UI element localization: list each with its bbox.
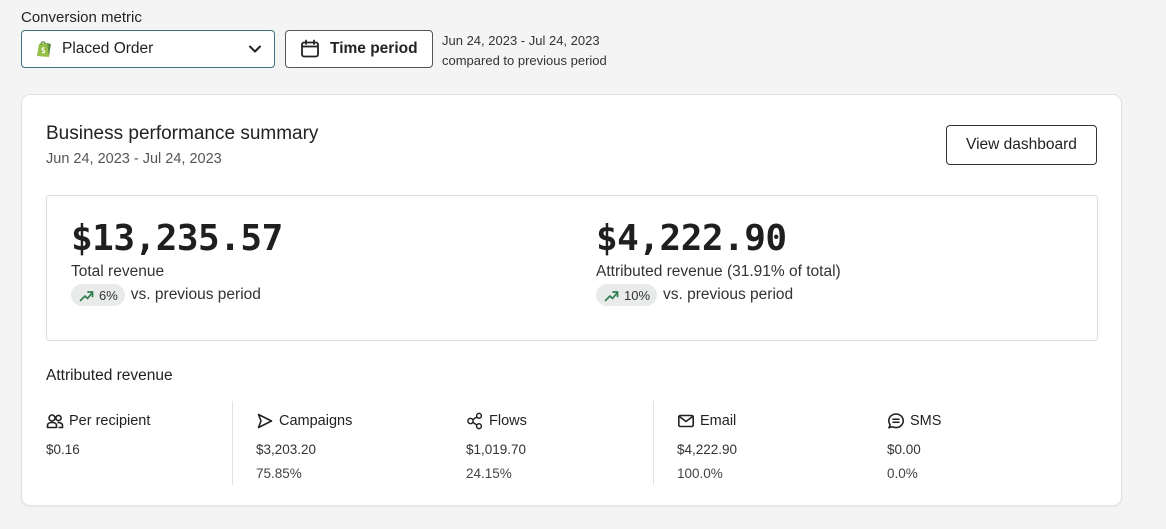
email-percent: 100.0% [677,466,723,481]
attributed-revenue-change-badge: 10% [596,284,658,306]
conversion-metric-select[interactable]: Placed Order [21,30,275,68]
total-revenue-label: Total revenue [71,263,165,280]
flows-value: $1,019.70 [466,442,527,457]
total-revenue-change-badge: 6% [71,284,125,306]
total-revenue-compare: vs. previous period [130,286,261,303]
revenue-summary: $13,235.57 Total revenue 6% vs. previous… [46,195,1098,341]
attributed-revenue-label: Attributed revenue (31.91% of total) [596,263,841,280]
period-compare: compared to previous period [442,53,607,68]
conversion-metric-value: Placed Order [62,40,154,57]
column-divider [232,401,233,485]
view-dashboard-button[interactable]: View dashboard [946,125,1097,165]
email-column: Email $4,222.90 100.0% [677,401,737,485]
chevron-down-icon [249,45,261,53]
email-label: Email [700,413,737,429]
shopify-icon [37,41,51,57]
business-performance-card: Business performance summary Jun 24, 202… [21,94,1122,506]
card-title: Business performance summary [46,123,319,144]
per-recipient-column: Per recipient $0.16 [46,401,150,485]
campaigns-label: Campaigns [279,413,353,429]
per-recipient-value: $0.16 [46,442,80,457]
sms-icon [888,413,904,429]
period-info: Jun 24, 2023 - Jul 24, 2023 compared to … [442,31,607,71]
mail-icon [677,414,694,428]
attributed-revenue-stat: $4,222.90 Attributed revenue (31.91% of … [596,218,841,306]
flows-label: Flows [489,413,527,429]
attributed-revenue-amount: $4,222.90 [596,218,787,259]
trend-up-icon [79,290,94,301]
attributed-revenue-change: 10% [624,287,651,303]
period-range: Jun 24, 2023 - Jul 24, 2023 [442,33,600,48]
email-value: $4,222.90 [677,442,738,457]
people-icon [46,414,64,429]
conversion-metric-label: Conversion metric [21,9,142,26]
calendar-icon [301,39,319,58]
attributed-revenue-breakdown: Per recipient $0.16 Campaigns $3,203.20 … [46,401,1098,485]
send-icon [257,413,273,429]
time-period-button[interactable]: Time period [285,30,433,68]
trend-up-icon [604,290,619,301]
campaigns-value: $3,203.20 [256,442,317,457]
flows-percent: 24.15% [466,466,512,481]
sms-label: SMS [910,413,942,429]
campaigns-column: Campaigns $3,203.20 75.85% [256,401,352,485]
sms-percent: 0.0% [887,466,918,481]
column-divider [653,401,654,485]
flows-column: Flows $1,019.70 24.15% [466,401,527,485]
total-revenue-change: 6% [99,287,118,303]
attributed-revenue-title: Attributed revenue [46,367,173,384]
total-revenue-amount: $13,235.57 [71,218,283,259]
total-revenue-stat: $13,235.57 Total revenue 6% vs. previous… [71,218,283,306]
card-date-range: Jun 24, 2023 - Jul 24, 2023 [46,151,222,167]
campaigns-percent: 75.85% [256,466,302,481]
attributed-revenue-compare: vs. previous period [663,286,794,303]
flow-icon [467,412,483,430]
sms-column: SMS $0.00 0.0% [887,401,941,485]
sms-value: $0.00 [887,442,921,457]
time-period-label: Time period [330,40,418,57]
per-recipient-label: Per recipient [69,413,151,429]
